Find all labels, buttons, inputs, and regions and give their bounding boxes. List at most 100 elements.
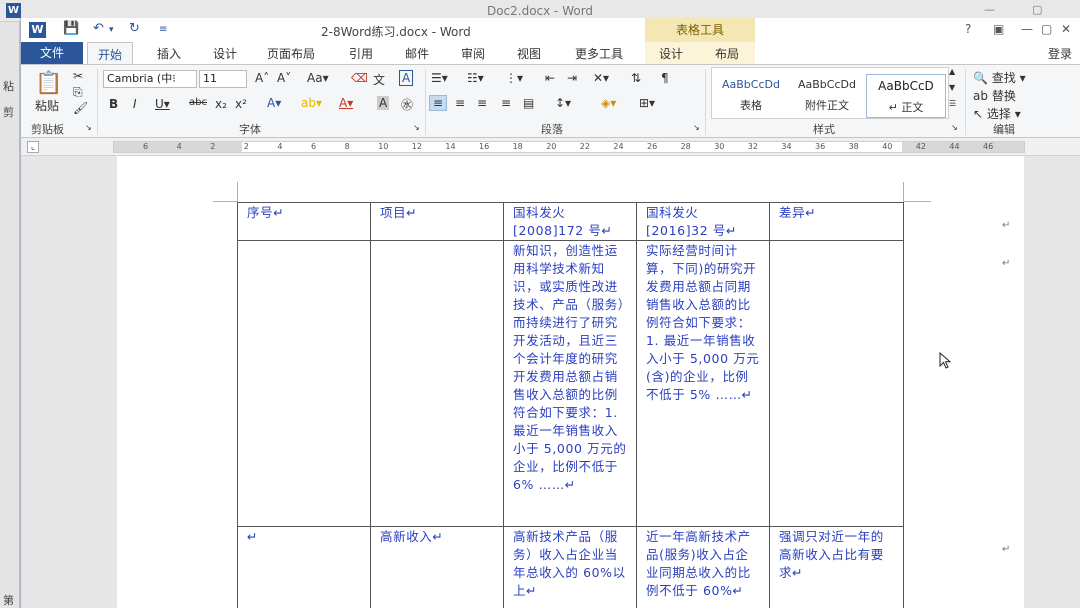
cut-icon[interactable]: ✂ xyxy=(73,69,83,83)
replace-button[interactable]: ab 替换 xyxy=(973,87,1016,104)
table-cell[interactable]: 新知识，创造性运用科学技术新知识，或实质性改进技术、产品（服务）而持续进行了研究… xyxy=(503,240,637,527)
horizontal-ruler[interactable]: ⌞ 6 4 2 2 4 6 8 10 12 14 16 18 20 22 24 26 28 30 32 34 36 38 4… xyxy=(21,138,1080,156)
font-color-icon[interactable]: A▾ xyxy=(339,96,353,110)
maximize-icon[interactable]: ▢ xyxy=(1032,3,1042,16)
numbering-icon[interactable]: ☷▾ xyxy=(467,71,484,85)
table-cell[interactable] xyxy=(237,240,371,527)
header-cell-difference[interactable]: 差异↵ xyxy=(769,202,904,241)
font-size-select[interactable]: 11 xyxy=(199,70,247,88)
sign-in-link[interactable]: 登录 xyxy=(1048,45,1072,62)
shrink-font-icon[interactable]: A˅ xyxy=(277,71,291,85)
tab-selector-icon[interactable]: ⌞ xyxy=(27,141,39,153)
chinese-layout-icon[interactable]: ✕▾ xyxy=(593,71,609,85)
font-launcher-icon[interactable]: ↘ xyxy=(413,123,420,132)
tab-references[interactable]: 引用 xyxy=(349,45,373,62)
tab-design[interactable]: 设计 xyxy=(213,45,237,62)
multilevel-list-icon[interactable]: ⋮▾ xyxy=(505,71,523,85)
text-effects-icon[interactable]: A▾ xyxy=(267,96,281,110)
tab-insert[interactable]: 插入 xyxy=(157,45,181,62)
table-cell[interactable]: 高新技术产品（服务）收入占企业当年总收入的 60%以上↵ xyxy=(503,526,637,608)
table-cell[interactable] xyxy=(370,240,504,527)
shading-icon[interactable]: ◈▾ xyxy=(601,96,616,110)
close-icon[interactable]: ✕ xyxy=(1061,22,1071,36)
enclose-characters-icon[interactable]: ㊌ xyxy=(401,96,413,113)
undo-dropdown-icon[interactable]: ▾ xyxy=(109,25,114,35)
styles-scroll-up-icon[interactable]: ▲ xyxy=(949,67,955,76)
paste-label[interactable]: 粘贴 xyxy=(35,97,59,114)
tab-mailings[interactable]: 邮件 xyxy=(405,45,429,62)
phonetic-guide-icon[interactable]: 文 xyxy=(373,71,385,88)
minimize-icon[interactable]: — xyxy=(1021,22,1033,36)
distributed-icon[interactable]: ▤ xyxy=(523,96,534,110)
save-icon[interactable]: 💾 xyxy=(63,21,79,36)
tab-table-design[interactable]: 设计 xyxy=(659,45,683,62)
table-cell[interactable]: 强调只对近一年的高新收入占比有要求↵ xyxy=(769,526,904,608)
underline-icon[interactable]: U▾ xyxy=(155,97,170,111)
line-spacing-icon[interactable]: ↕▾ xyxy=(555,96,571,110)
decrease-indent-icon[interactable]: ⇤ xyxy=(545,71,555,85)
replace-icon: ab xyxy=(973,89,988,103)
page[interactable]: 序号↵ 项目↵ 国科发火 [2008]172 号↵ 国科发火 [2016]32 … xyxy=(117,156,1024,608)
tab-table-layout[interactable]: 布局 xyxy=(715,45,739,62)
styles-more-icon[interactable]: ☰ xyxy=(949,99,956,108)
tab-more-tools[interactable]: 更多工具 xyxy=(575,45,623,62)
table-cell[interactable]: 近一年高新技术产品(服务)收入占企业同期总收入的比例不低于 60%↵ xyxy=(636,526,770,608)
select-button[interactable]: ↖ 选择 ▾ xyxy=(973,105,1021,122)
align-center-icon[interactable]: ≡ xyxy=(455,96,465,110)
header-cell-2008[interactable]: 国科发火 [2008]172 号↵ xyxy=(503,202,637,241)
header-cell-number[interactable]: 序号↵ xyxy=(237,202,371,241)
ruler-tick-label: 36 xyxy=(815,142,826,151)
align-left-icon[interactable]: ≡ xyxy=(429,95,448,111)
tab-file[interactable]: 文件 xyxy=(21,42,83,64)
redo-icon[interactable]: ↻ xyxy=(129,21,140,36)
tab-review[interactable]: 审阅 xyxy=(461,45,485,62)
find-button[interactable]: 🔍 查找 ▾ xyxy=(973,69,1026,86)
table-cell[interactable]: 高新收入↵ xyxy=(370,526,504,608)
customize-toolbar-icon[interactable]: ≡ xyxy=(159,24,167,35)
word-logo-icon[interactable]: W xyxy=(29,22,46,38)
table-cell[interactable]: ↵ xyxy=(237,526,371,608)
character-border-icon[interactable]: A xyxy=(399,70,414,86)
style-table[interactable]: AaBbCcDd 表格 xyxy=(714,74,788,118)
borders-icon[interactable]: ⊞▾ xyxy=(639,96,655,110)
tab-view[interactable]: 视图 xyxy=(517,45,541,62)
subscript-icon[interactable]: x₂ xyxy=(215,97,227,111)
show-marks-icon[interactable]: ¶ xyxy=(661,71,669,85)
undo-icon[interactable]: ↶ xyxy=(93,21,104,36)
paragraph-launcher-icon[interactable]: ↘ xyxy=(693,123,700,132)
align-right-icon[interactable]: ≡ xyxy=(477,96,487,110)
sort-icon[interactable]: ⇅ xyxy=(631,71,641,85)
increase-indent-icon[interactable]: ⇥ xyxy=(567,71,577,85)
paste-icon[interactable]: 📋 xyxy=(35,71,62,96)
change-case-icon[interactable]: Aa▾ xyxy=(307,71,329,85)
highlight-icon[interactable]: ab▾ xyxy=(301,96,322,110)
clear-formatting-icon[interactable]: ⌫ xyxy=(351,71,368,85)
bold-icon[interactable]: B xyxy=(109,97,118,111)
maximize-icon[interactable]: ▢ xyxy=(1041,22,1052,36)
table-cell[interactable] xyxy=(769,240,904,527)
minimize-icon[interactable]: — xyxy=(984,3,995,16)
superscript-icon[interactable]: x² xyxy=(235,97,247,111)
header-cell-item[interactable]: 项目↵ xyxy=(370,202,504,241)
header-cell-2016[interactable]: 国科发火 [2016]32 号↵ xyxy=(636,202,770,241)
tab-page-layout[interactable]: 页面布局 xyxy=(267,45,315,62)
help-icon[interactable]: ? xyxy=(965,22,971,36)
bullets-icon[interactable]: ☰▾ xyxy=(431,71,448,85)
justify-icon[interactable]: ≡ xyxy=(501,96,511,110)
tab-home[interactable]: 开始 xyxy=(87,42,134,65)
clipboard-launcher-icon[interactable]: ↘ xyxy=(85,123,92,132)
character-shading-icon[interactable]: A xyxy=(377,96,390,110)
copy-icon[interactable]: ⎘ xyxy=(73,85,83,100)
style-normal[interactable]: AaBbCcD ↵ 正文 xyxy=(866,74,946,118)
table-cell[interactable]: 实际经营时间计算，下同)的研究开发费用总额占同期销售收入总额的比例符合如下要求：… xyxy=(636,240,770,527)
document-table[interactable]: 序号↵ 项目↵ 国科发火 [2008]172 号↵ 国科发火 [2016]32 … xyxy=(237,202,904,608)
ribbon-display-icon[interactable]: ▣ xyxy=(993,22,1004,36)
italic-icon[interactable]: I xyxy=(133,97,137,111)
strikethrough-icon[interactable]: abc xyxy=(189,97,207,108)
style-attachment-body[interactable]: AaBbCcDd 附件正文 xyxy=(790,74,864,118)
styles-launcher-icon[interactable]: ↘ xyxy=(951,123,958,132)
font-name-select[interactable]: Cambria (中⁝ xyxy=(103,70,197,88)
grow-font-icon[interactable]: A˄ xyxy=(255,71,269,85)
styles-scroll-down-icon[interactable]: ▼ xyxy=(949,83,955,92)
format-painter-icon[interactable]: 🖌 xyxy=(73,101,88,115)
